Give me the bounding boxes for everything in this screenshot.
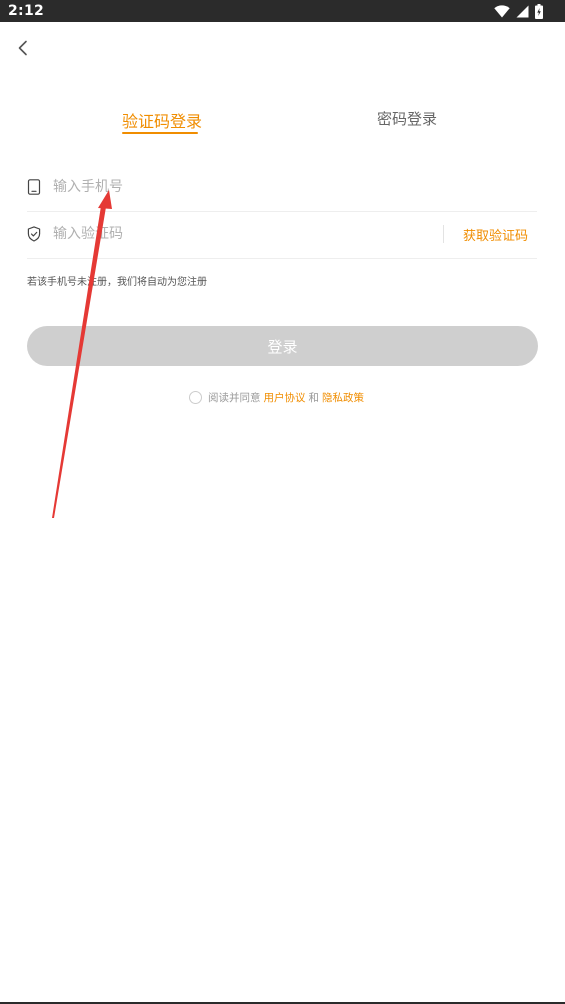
phone-input[interactable] — [53, 175, 433, 199]
tab-sms-login[interactable]: 验证码登录 — [122, 108, 202, 132]
verification-code-field: 获取验证码 — [27, 211, 537, 259]
login-button[interactable]: 登录 — [27, 326, 538, 366]
battery-icon — [535, 3, 543, 19]
tab-password-login[interactable]: 密码登录 — [377, 108, 437, 129]
agreement-checkbox[interactable] — [189, 390, 202, 404]
user-agreement-link[interactable]: 用户协议 — [264, 390, 306, 405]
agreement-and: 和 — [308, 391, 320, 404]
active-tab-underline — [122, 132, 198, 134]
status-time: 2:12 — [8, 3, 45, 19]
status-bar: 2:12 — [0, 0, 565, 22]
get-code-button[interactable]: 获取验证码 — [463, 225, 528, 244]
wifi-icon — [494, 4, 510, 18]
chevron-left-icon — [18, 40, 27, 56]
phone-icon — [27, 179, 41, 195]
code-divider — [443, 225, 444, 243]
login-tabs: 验证码登录 密码登录 — [0, 100, 565, 140]
agreement-prefix: 阅读并同意 — [208, 391, 261, 404]
annotation-arrow — [52, 190, 112, 518]
status-icons — [494, 3, 543, 19]
phone-field — [27, 164, 537, 212]
back-button[interactable] — [10, 35, 36, 61]
privacy-policy-link[interactable]: 隐私政策 — [322, 390, 364, 405]
verification-code-input[interactable] — [53, 222, 433, 246]
shield-check-icon — [27, 226, 41, 242]
auto-register-hint: 若该手机号未注册，我们将自动为您注册 — [27, 277, 207, 288]
signal-icon — [516, 5, 529, 17]
agreement-row: 阅读并同意 用户协议 和 隐私政策 — [189, 389, 367, 405]
